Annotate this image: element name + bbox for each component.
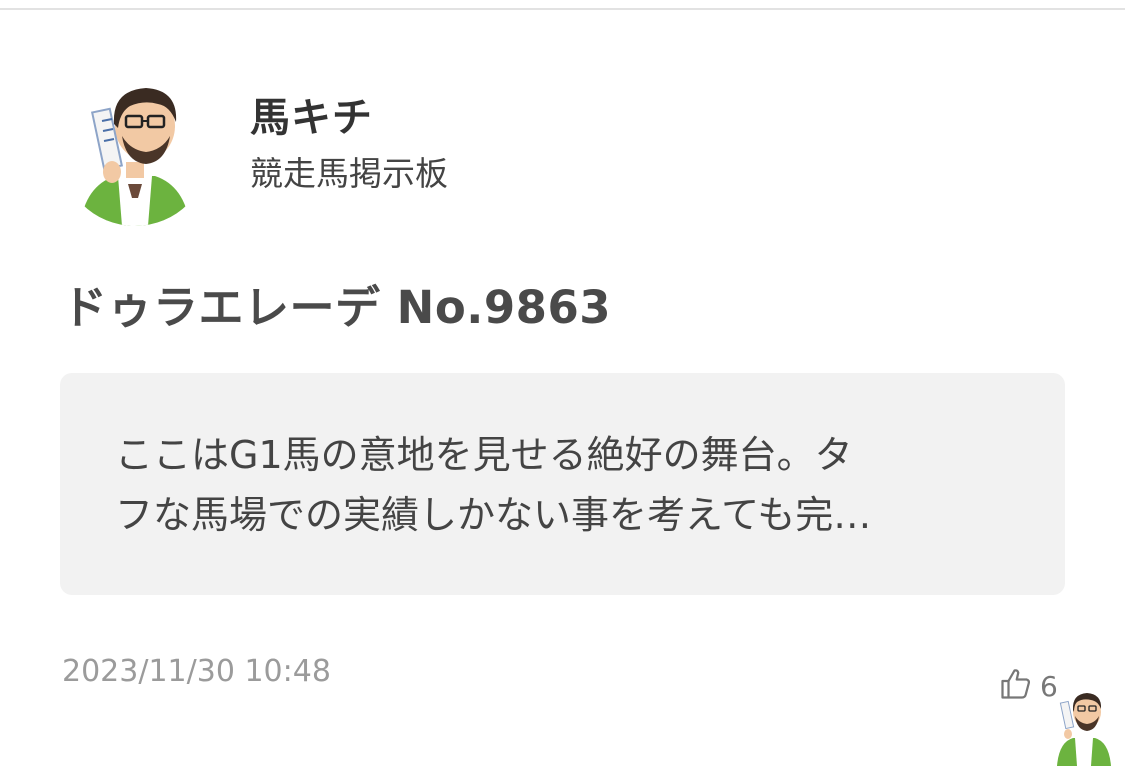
like-button[interactable]: 6 bbox=[998, 666, 1058, 706]
user-avatar[interactable] bbox=[60, 76, 210, 226]
avatar-illustration-icon bbox=[60, 76, 210, 226]
user-name[interactable]: 馬キチ bbox=[250, 96, 373, 140]
post-line: フな馬場での実績しかない事を考えても完… bbox=[115, 493, 872, 537]
top-divider bbox=[0, 0, 1125, 10]
post-date: 2023/11/30 10:48 bbox=[62, 654, 331, 689]
board-name[interactable]: 競走馬掲示板 bbox=[250, 155, 448, 192]
post-card: 馬キチ 競走馬掲示板 ドゥラエレーデ No.9863 ここはG1馬の意地を見せる… bbox=[0, 0, 1125, 766]
thread-title[interactable]: ドゥラエレーデ No.9863 bbox=[62, 283, 611, 333]
post-line: ここはG1馬の意地を見せる絶好の舞台。タ bbox=[115, 433, 853, 477]
post-body: ここはG1馬の意地を見せる絶好の舞台。タ フな馬場での実績しかない事を考えても完… bbox=[115, 425, 1015, 545]
mini-avatar-icon bbox=[1057, 693, 1111, 766]
post-body-box[interactable]: ここはG1馬の意地を見せる絶好の舞台。タ フな馬場での実績しかない事を考えても完… bbox=[60, 373, 1065, 595]
thumbs-up-icon bbox=[998, 666, 1034, 706]
floating-avatar[interactable] bbox=[1053, 686, 1115, 766]
